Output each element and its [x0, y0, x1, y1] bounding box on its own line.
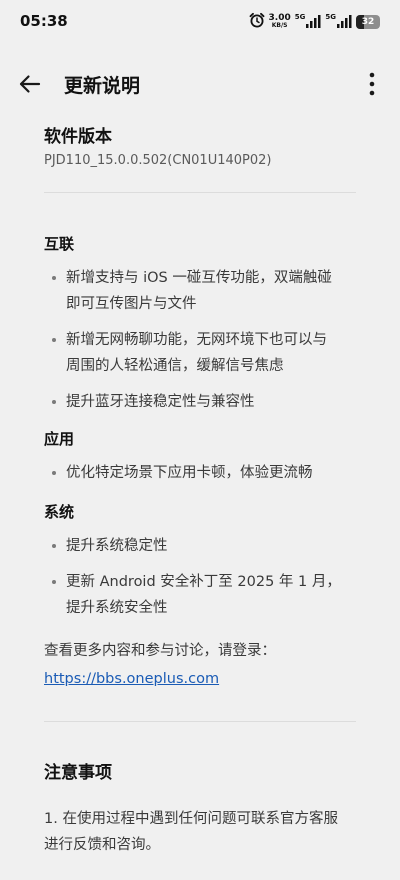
notice-item: 1. 在使用过程中遇到任何问题可联系官方客服 进行反馈和咨询。 [44, 806, 356, 858]
battery-level: 32 [361, 17, 375, 27]
list-item: 新增支持与 iOS 一碰互传功能，双端触碰 即可互传图片与文件 [44, 265, 356, 317]
signal-icon [337, 13, 352, 32]
bullet-dot [52, 580, 56, 584]
section-system: 系统 提升系统稳定性 更新 Android 安全补丁至 2025 年 1 月， … [44, 501, 356, 621]
list-item-line: 提升系统安全性 [66, 600, 168, 616]
network-speed: 3.00 KB/S [269, 14, 291, 30]
bullet-list: 提升系统稳定性 更新 Android 安全补丁至 2025 年 1 月， 提升系… [44, 533, 356, 621]
list-item: 新增无网畅聊功能，无网环境下也可以与 周围的人轻松通信，缓解信号焦虑 [44, 327, 356, 379]
more-options-button[interactable] [362, 70, 382, 98]
bullet-dot [52, 338, 56, 342]
sim1-signal: 5G [295, 13, 322, 32]
list-item-line: 即可互传图片与文件 [66, 296, 197, 312]
section-interconnect: 互联 新增支持与 iOS 一碰互传功能，双端触碰 即可互传图片与文件 新增无网畅… [44, 233, 356, 415]
list-item: 优化特定场景下应用卡顿，体验更流畅 [44, 460, 356, 486]
list-item: 更新 Android 安全补丁至 2025 年 1 月， 提升系统安全性 [44, 569, 356, 621]
list-item-line: 优化特定场景下应用卡顿，体验更流畅 [66, 465, 313, 481]
list-item: 提升蓝牙连接稳定性与兼容性 [44, 389, 356, 415]
alarm-icon [249, 12, 265, 32]
network-speed-value: 3.00 [268, 13, 291, 23]
network-speed-unit: KB/S [271, 22, 288, 29]
list-item-line: 提升系统稳定性 [66, 538, 168, 554]
section-title: 应用 [44, 430, 75, 448]
list-item: 提升系统稳定性 [44, 533, 356, 559]
forum-link-row: https://bbs.oneplus.com [44, 667, 356, 691]
list-item-line: 新增无网畅聊功能，无网环境下也可以与 [66, 332, 327, 348]
forum-link[interactable]: https://bbs.oneplus.com [44, 671, 219, 687]
notice-item-line: 进行反馈和咨询。 [44, 837, 160, 853]
section-title: 系统 [44, 503, 75, 521]
notice-section: 注意事项 1. 在使用过程中遇到任何问题可联系官方客服 进行反馈和咨询。 [44, 760, 356, 858]
back-button[interactable] [14, 70, 46, 98]
bullet-dot [52, 400, 56, 404]
status-bar: 05:38 3.00 KB/S 5G 5G 32 [0, 0, 400, 44]
sim1-network-type: 5G [294, 12, 306, 21]
section-apps: 应用 优化特定场景下应用卡顿，体验更流畅 [44, 428, 356, 486]
notice-title: 注意事项 [44, 763, 112, 783]
status-icons: 3.00 KB/S 5G 5G 32 [249, 12, 380, 32]
more-vertical-icon [362, 72, 382, 102]
arrow-left-icon [14, 75, 46, 102]
version-label: 软件版本 [44, 127, 112, 147]
version-number: PJD110_15.0.0.502(CN01U140P02) [44, 153, 272, 168]
page-title: 更新说明 [64, 75, 141, 97]
bullet-dot [52, 471, 56, 475]
more-info: 查看更多内容和参与讨论，请登录： https://bbs.oneplus.com [44, 639, 356, 691]
list-item-line: 新增支持与 iOS 一碰互传功能，双端触碰 [66, 270, 332, 286]
divider [44, 721, 356, 722]
list-item-line: 提升蓝牙连接稳定性与兼容性 [66, 394, 255, 410]
signal-icon [306, 13, 321, 32]
battery-icon: 32 [356, 15, 380, 29]
bullet-dot [52, 544, 56, 548]
bullet-dot [52, 276, 56, 280]
divider [44, 192, 356, 193]
section-title: 互联 [44, 235, 75, 253]
app-header: 更新说明 [0, 60, 400, 108]
list-item-line: 更新 Android 安全补丁至 2025 年 1 月， [66, 574, 341, 590]
bullet-list: 优化特定场景下应用卡顿，体验更流畅 [44, 460, 356, 486]
more-info-text: 查看更多内容和参与讨论，请登录： [44, 643, 276, 659]
notice-item-line: 1. 在使用过程中遇到任何问题可联系官方客服 [44, 811, 338, 827]
release-notes-content: 软件版本 PJD110_15.0.0.502(CN01U140P02) 互联 新… [44, 124, 356, 858]
sim2-network-type: 5G [325, 12, 336, 21]
sim2-signal: 5G [325, 13, 352, 32]
status-time: 05:38 [20, 12, 68, 30]
bullet-list: 新增支持与 iOS 一碰互传功能，双端触碰 即可互传图片与文件 新增无网畅聊功能… [44, 265, 356, 415]
list-item-line: 周围的人轻松通信，缓解信号焦虑 [66, 358, 284, 374]
